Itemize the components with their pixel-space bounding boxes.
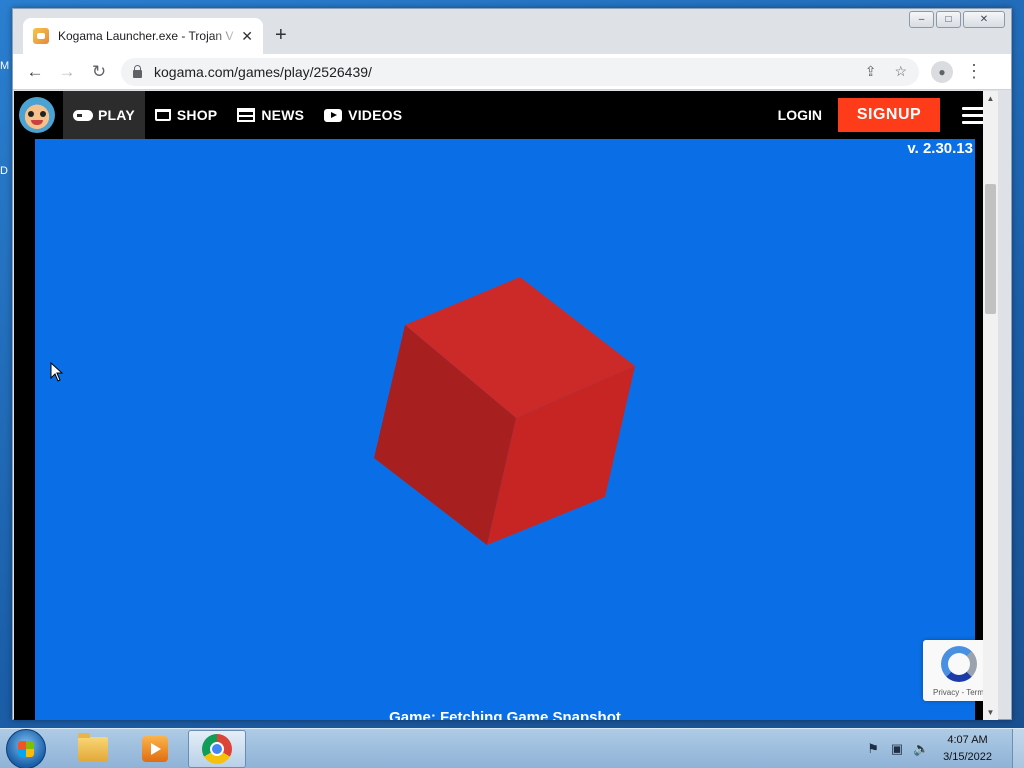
browser-window: Kogama Launcher.exe - Trojan V ✕ + – □ ✕…: [12, 8, 1012, 720]
page-viewport: PLAY SHOP NEWS VIDEOS LOGIN SIGNUP v. 2.…: [14, 91, 998, 720]
minimize-button[interactable]: –: [909, 11, 934, 28]
taskbar-media-player[interactable]: [126, 730, 184, 768]
media-player-icon: [142, 735, 168, 762]
tab-strip: Kogama Launcher.exe - Trojan V ✕ + – □ ✕: [13, 9, 1011, 55]
share-icon[interactable]: ⇪: [865, 63, 877, 80]
nav-news-label: NEWS: [261, 107, 305, 123]
youtube-icon: [324, 108, 343, 122]
kogama-favicon-icon: [33, 28, 49, 44]
nav-news[interactable]: NEWS: [227, 91, 314, 139]
maximize-button[interactable]: □: [936, 11, 961, 28]
desktop-edge-label: M: [0, 60, 10, 72]
action-center-flag-icon[interactable]: ⚑: [865, 741, 881, 757]
cart-icon: [154, 109, 171, 121]
show-desktop-button[interactable]: [1012, 728, 1024, 768]
loading-cube: [374, 277, 635, 545]
nav-videos-label: VIDEOS: [348, 107, 403, 123]
clock[interactable]: 4:07 AM 3/15/2022: [943, 732, 992, 766]
network-icon[interactable]: ▣: [889, 741, 905, 757]
forward-arrow-icon[interactable]: →: [51, 62, 83, 82]
back-arrow-icon[interactable]: ←: [19, 62, 51, 82]
gamepad-icon: [73, 109, 93, 121]
browser-toolbar: ← → ↻ kogama.com/games/play/2526439/ ⇪ ☆…: [13, 54, 1011, 90]
system-tray: ⚑ ▣ 🔈 4:07 AM 3/15/2022: [865, 732, 1000, 766]
volume-icon[interactable]: 🔈: [913, 741, 929, 757]
taskbar-chrome[interactable]: [188, 729, 246, 768]
window-controls: – □ ✕: [909, 11, 1005, 28]
new-tab-button[interactable]: +: [275, 24, 287, 47]
nav-shop[interactable]: SHOP: [145, 91, 227, 139]
close-window-button[interactable]: ✕: [963, 11, 1005, 28]
nav-account: LOGIN SIGNUP: [778, 91, 998, 139]
signup-button[interactable]: SIGNUP: [838, 98, 940, 132]
game-status-text: Game: Fetching Game Snapshot: [389, 709, 621, 720]
site-navbar: PLAY SHOP NEWS VIDEOS LOGIN SIGNUP: [14, 91, 998, 139]
clock-time: 4:07 AM: [947, 733, 988, 746]
mouse-cursor-icon: [50, 362, 64, 382]
nav-play-label: PLAY: [98, 107, 135, 123]
browser-menu-icon[interactable]: ⋮: [965, 61, 983, 82]
desktop-edge-labels: M D: [0, 60, 12, 270]
profile-avatar-icon[interactable]: ●: [931, 60, 953, 83]
page-scrollbar[interactable]: ▲ ▼: [983, 91, 998, 720]
clock-date: 3/15/2022: [943, 750, 992, 763]
game-canvas[interactable]: v. 2.30.13 Game: Fetching Game Snapshot: [35, 139, 975, 720]
taskbar: ⚑ ▣ 🔈 4:07 AM 3/15/2022: [0, 728, 1024, 768]
scroll-up-icon[interactable]: ▲: [983, 94, 998, 103]
kogama-logo[interactable]: [19, 97, 55, 133]
newspaper-icon: [237, 108, 256, 122]
browser-tab[interactable]: Kogama Launcher.exe - Trojan V ✕: [23, 18, 263, 54]
bookmark-star-icon[interactable]: ☆: [894, 63, 907, 80]
taskbar-explorer[interactable]: [64, 730, 122, 768]
address-text[interactable]: kogama.com/games/play/2526439/: [154, 64, 372, 80]
nav-shop-label: SHOP: [176, 107, 218, 123]
folder-icon: [78, 732, 108, 761]
tab-close-icon[interactable]: ✕: [241, 28, 253, 45]
chrome-icon: [202, 733, 232, 764]
hamburger-menu-icon[interactable]: [962, 103, 984, 128]
scroll-thumb[interactable]: [985, 184, 996, 314]
start-button[interactable]: [6, 728, 46, 768]
nav-videos[interactable]: VIDEOS: [314, 91, 412, 139]
tab-title: Kogama Launcher.exe - Trojan V: [58, 29, 234, 43]
reload-icon[interactable]: ↻: [83, 62, 115, 82]
address-bar[interactable]: kogama.com/games/play/2526439/ ⇪ ☆: [121, 57, 919, 86]
nav-play[interactable]: PLAY: [63, 91, 145, 139]
scroll-down-icon[interactable]: ▼: [983, 708, 998, 717]
desktop-edge-label: D: [0, 165, 8, 177]
recaptcha-icon: [941, 646, 977, 682]
lock-icon[interactable]: [133, 64, 142, 78]
login-link[interactable]: LOGIN: [778, 107, 822, 123]
